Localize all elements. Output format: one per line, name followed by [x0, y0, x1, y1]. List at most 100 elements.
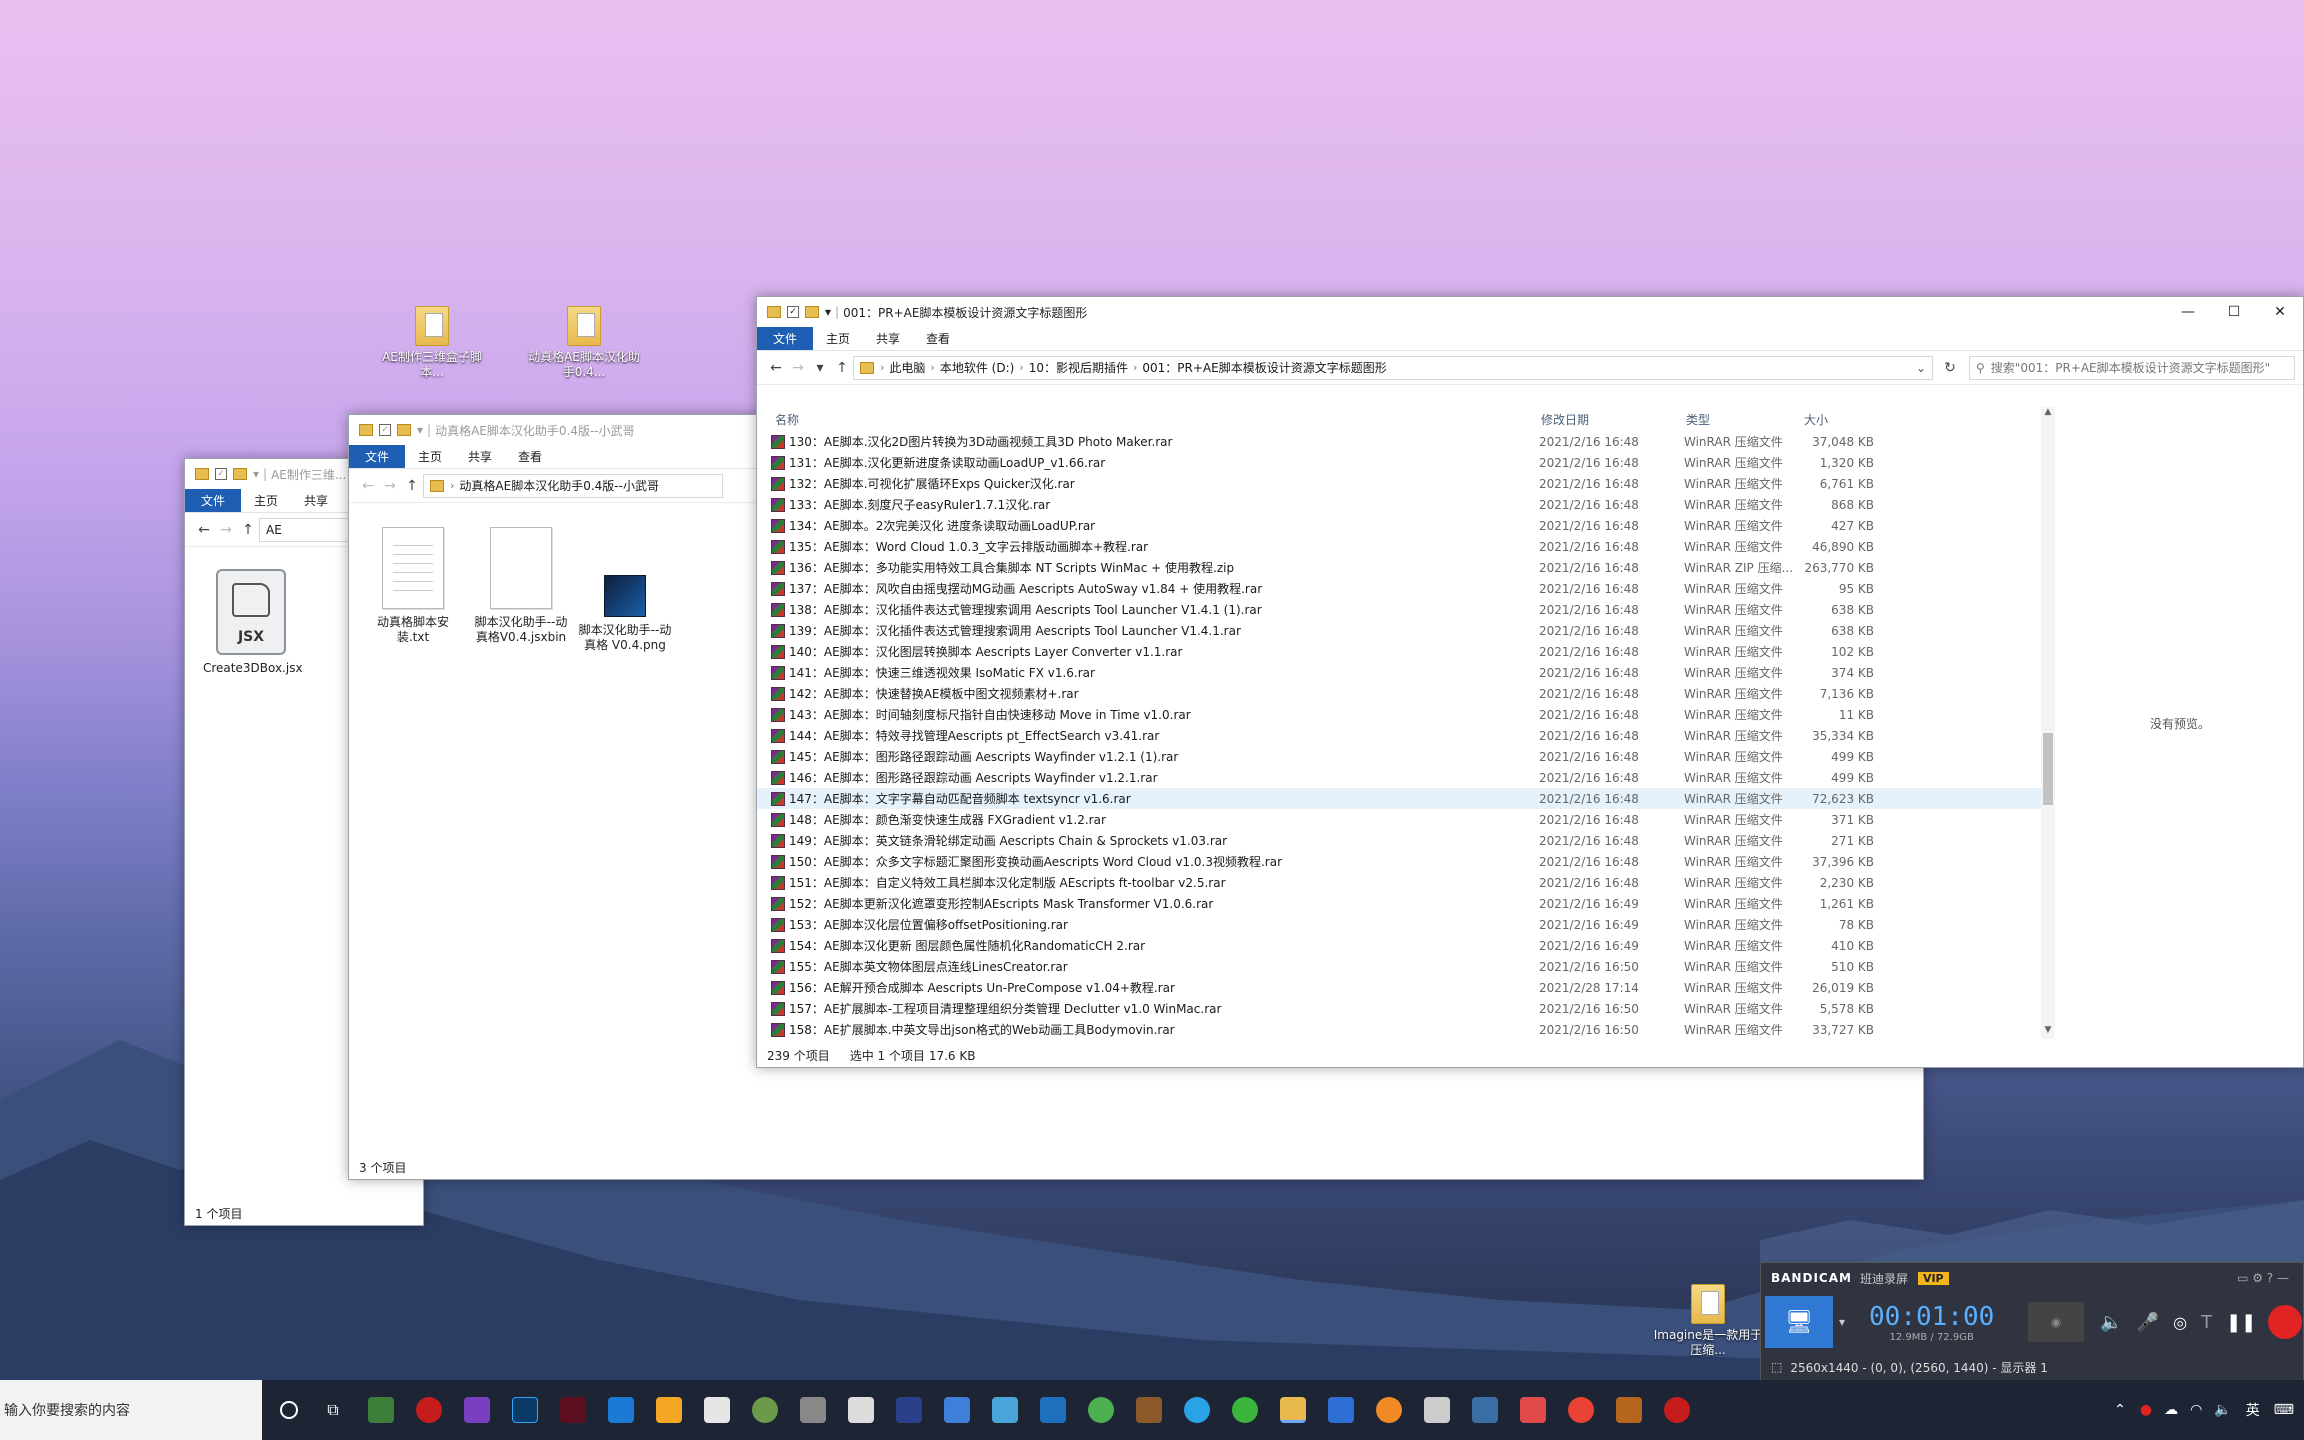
tray-wifi-icon[interactable]: ◠	[2190, 1402, 2202, 1418]
chrome-icon[interactable]	[1568, 1397, 1594, 1423]
cortana-icon[interactable]	[280, 1401, 298, 1419]
up-arrow-icon[interactable]: ↑	[831, 360, 853, 376]
file-explorer-icon[interactable]	[1280, 1397, 1306, 1423]
app-icon-7[interactable]	[656, 1397, 682, 1423]
file-row[interactable]: 131：AE脚本.汉化更新进度条读取动画LoadUP_v1.66.rar 2021…	[757, 452, 2047, 473]
file-row[interactable]: 158：AE扩展脚本.中英文导出json格式的Web动画工具Bodymovin.…	[757, 1019, 2047, 1039]
forward-arrow-icon[interactable]: →	[787, 360, 809, 376]
tab-home[interactable]: 主页	[813, 327, 863, 350]
breadcrumb-item[interactable]: 001：PR+AE脚本模板设计资源文字标题图形	[1142, 359, 1386, 376]
app-icon-27[interactable]	[1616, 1397, 1642, 1423]
qq-icon[interactable]	[1184, 1397, 1210, 1423]
file-row[interactable]: 156：AE解开预合成脚本 Aescripts Un-PreCompose v1…	[757, 977, 2047, 998]
app-icon-21[interactable]	[1328, 1397, 1354, 1423]
record-button[interactable]	[2268, 1305, 2303, 1339]
file-row[interactable]: 140：AE脚本：汉化图层转换脚本 Aescripts Layer Conver…	[757, 641, 2047, 662]
pause-icon[interactable]: ❚❚	[2226, 1312, 2256, 1333]
tray-keyboard-icon[interactable]: ⌨	[2274, 1402, 2294, 1418]
close-icon[interactable]: ✕	[2257, 297, 2303, 327]
tray-cloud-icon[interactable]: ☁	[2164, 1402, 2178, 1418]
window-titlebar[interactable]: ✓ ▾ | 001：PR+AE脚本模板设计资源文字标题图形	[757, 297, 2303, 327]
file-item-create3dbox[interactable]: JSX Create3DBox.jsx	[203, 569, 303, 676]
tray-volume-icon[interactable]: 🔈	[2214, 1402, 2231, 1418]
app-icon-10[interactable]	[800, 1397, 826, 1423]
file-row[interactable]: 157：AE扩展脚本-工程项目清理整理组织分类管理 Declutter v1.0…	[757, 998, 2047, 1019]
column-header-date[interactable]: 修改日期	[1541, 411, 1686, 428]
file-row[interactable]: 133：AE脚本.刻度尺子easyRuler1.7.1汉化.rar 2021/2/…	[757, 494, 2047, 515]
file-row[interactable]: 145：AE脚本：图形路径跟踪动画 Aescripts Wayfinder v1…	[757, 746, 2047, 767]
tab-view[interactable]: 查看	[913, 327, 963, 350]
tray-chevron-icon[interactable]: ⌃	[2114, 1402, 2126, 1418]
back-arrow-icon[interactable]: ←	[765, 360, 787, 376]
file-list[interactable]: 名称 修改日期 类型 大小 130：AE脚本.汉化2D图片转换为3D动画视频工具…	[757, 407, 2047, 1039]
app-icon-11[interactable]	[848, 1397, 874, 1423]
scrollbar-thumb[interactable]	[2043, 733, 2053, 805]
photoshop-icon[interactable]	[512, 1397, 538, 1423]
app-icon-13[interactable]	[944, 1397, 970, 1423]
scroll-up-icon[interactable]: ▲	[2041, 407, 2055, 421]
up-arrow-icon[interactable]: ↑	[237, 522, 259, 538]
app-icon-24[interactable]	[1472, 1397, 1498, 1423]
chevron-down-icon[interactable]: ▾	[417, 423, 423, 437]
recorder-icon[interactable]	[416, 1397, 442, 1423]
recent-dropdown-icon[interactable]: ▾	[809, 360, 831, 376]
refresh-icon[interactable]: ↻	[1939, 360, 1961, 376]
app-icon-17[interactable]	[1136, 1397, 1162, 1423]
tab-home[interactable]: 主页	[241, 489, 291, 512]
app-icon-16[interactable]	[1088, 1397, 1114, 1423]
tab-share[interactable]: 共享	[863, 327, 913, 350]
file-row[interactable]: 154：AE脚本汉化更新 图层颜色属性随机化RandomaticCH 2.rar…	[757, 935, 2047, 956]
app-icon-22[interactable]	[1376, 1397, 1402, 1423]
wechat-icon[interactable]	[1232, 1397, 1258, 1423]
file-item-jsxbin[interactable]: 脚本汉化助手--动真格V0.4.jsxbin	[473, 527, 569, 645]
app-icon-9[interactable]	[752, 1397, 778, 1423]
app-icon-6[interactable]	[608, 1397, 634, 1423]
file-row[interactable]: 142：AE脚本：快速替换AE模板中图文视频素材+.rar 2021/2/16 1…	[757, 683, 2047, 704]
file-row[interactable]: 143：AE脚本：时间轴刻度标尺指针自由快速移动 Move in Time v1…	[757, 704, 2047, 725]
file-row[interactable]: 153：AE脚本汉化层位置偏移offsetPositioning.rar 2021…	[757, 914, 2047, 935]
mouse-effect-icon[interactable]: ◎	[2173, 1313, 2187, 1332]
checkbox-icon[interactable]: ✓	[379, 424, 391, 436]
webcam-icon[interactable]: ◉	[2028, 1302, 2085, 1342]
address-input[interactable]: › 动真格AE脚本汉化助手0.4版--小武哥	[423, 473, 723, 498]
tab-share[interactable]: 共享	[455, 445, 505, 468]
app-icon-25[interactable]	[1520, 1397, 1546, 1423]
vertical-scrollbar[interactable]: ▲ ▼	[2041, 407, 2055, 1039]
explorer-window-front[interactable]: ✓ ▾ | 001：PR+AE脚本模板设计资源文字标题图形 — ☐ ✕ 文件 主页…	[756, 296, 2304, 1068]
chevron-down-icon[interactable]: ▾	[825, 305, 831, 319]
app-icon-12[interactable]	[896, 1397, 922, 1423]
file-item-png[interactable]: 脚本汉化助手--动真格 V0.4.png	[577, 575, 673, 653]
tab-file[interactable]: 文件	[185, 489, 242, 512]
address-dropdown-icon[interactable]: ⌄	[1916, 361, 1926, 375]
app-icon-23[interactable]	[1424, 1397, 1450, 1423]
animate-icon[interactable]	[560, 1397, 586, 1423]
file-row[interactable]: 130：AE脚本.汉化2D图片转换为3D动画视频工具3D Photo Maker…	[757, 431, 2047, 452]
column-header-name[interactable]: 名称	[757, 411, 1541, 428]
file-row[interactable]: 147：AE脚本：文字字幕自动匹配音频脚本 textsyncr v1.6.rar…	[757, 788, 2047, 809]
back-arrow-icon[interactable]: ←	[357, 478, 379, 494]
desktop-icon-ae-3d-box[interactable]: AE制作三维盒子脚本...	[372, 306, 492, 380]
chevron-down-icon[interactable]: ▾	[253, 467, 259, 481]
column-header-size[interactable]: 大小	[1804, 411, 1876, 428]
app-icon-14[interactable]	[992, 1397, 1018, 1423]
file-row[interactable]: 134：AE脚本。2次完美汉化 进度条读取动画LoadUP.rar 2021/2/…	[757, 515, 2047, 536]
ime-indicator[interactable]: 英	[2246, 1400, 2260, 1420]
tray-record-icon[interactable]: ●	[2140, 1402, 2152, 1418]
bandicam-window-controls-icon[interactable]: ▭ ⚙ ? —	[2237, 1271, 2289, 1285]
task-view-icon[interactable]: ⧉	[320, 1397, 346, 1423]
file-row[interactable]: 144：AE脚本：特效寻找管理Aescripts pt_EffectSearch…	[757, 725, 2047, 746]
text-overlay-icon[interactable]: T	[2201, 1312, 2212, 1333]
file-row[interactable]: 148：AE脚本：颜色渐变快速生成器 FXGradient v1.2.rar 20…	[757, 809, 2047, 830]
breadcrumb-item[interactable]: 此电脑	[889, 359, 925, 376]
desktop-icon-dongzhenge[interactable]: 动真格AE脚本汉化助手0.4...	[524, 306, 644, 380]
maximize-icon[interactable]: ☐	[2211, 297, 2257, 327]
tab-file[interactable]: 文件	[349, 445, 406, 468]
app-icon-15[interactable]	[1040, 1397, 1066, 1423]
app-icon-8[interactable]	[704, 1397, 730, 1423]
back-arrow-icon[interactable]: ←	[193, 522, 215, 538]
vip-badge[interactable]: VIP	[1917, 1271, 1949, 1285]
bandicam-taskbar-icon[interactable]	[1664, 1397, 1690, 1423]
tab-home[interactable]: 主页	[405, 445, 455, 468]
file-row[interactable]: 155：AE脚本英文物体图层点连线LinesCreator.rar 2021/2/…	[757, 956, 2047, 977]
file-item-install-txt[interactable]: 动真格脚本安装.txt	[365, 527, 461, 645]
